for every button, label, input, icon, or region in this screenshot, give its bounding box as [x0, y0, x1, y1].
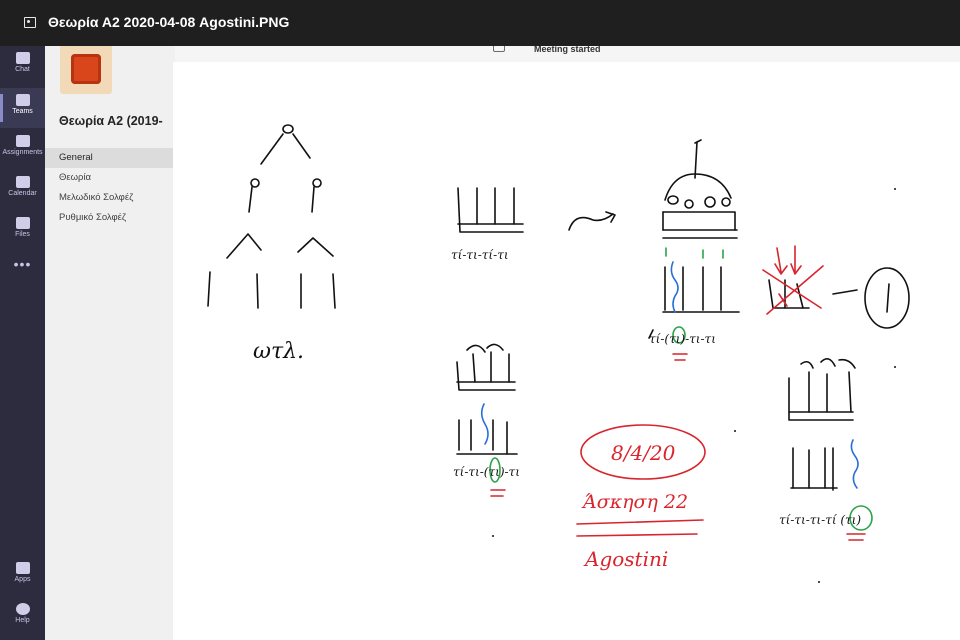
rail-item-chat[interactable]: Chat — [0, 46, 45, 86]
whiteboard-drawing: ωτλ. τί-τι-τί-τι τί-(τι)-τι-τι τί-τι-(τι… — [207, 124, 910, 583]
assignments-icon — [15, 135, 30, 147]
files-icon — [15, 217, 30, 229]
rail-label: Help — [15, 617, 30, 624]
chat-icon — [15, 52, 30, 64]
channel-general[interactable]: General — [45, 148, 175, 168]
rail-item-apps[interactable]: Apps — [0, 556, 45, 596]
app-window: Chat Teams Assignments Calendar Files ••… — [0, 0, 960, 640]
rhythm-group-4: τί-τι-τι-τί (τι) — [779, 358, 873, 541]
channel-melodic-solfege[interactable]: Μελωδικό Σολφέζ — [45, 188, 175, 208]
rail-label: Files — [15, 231, 30, 238]
image-viewer-titlebar: Θεωρία Α2 2020-04-08 Agostini.PNG — [0, 0, 960, 46]
team-logo[interactable] — [60, 44, 112, 94]
teams-icon — [15, 94, 30, 106]
help-icon — [15, 603, 30, 615]
channel-rhythmic-solfege[interactable]: Ρυθμικό Σολφέζ — [45, 208, 175, 228]
rhythm-syllables-1: τί-τι-τί-τι — [451, 248, 509, 262]
apps-icon — [15, 562, 30, 574]
rail-label: Apps — [14, 576, 31, 583]
team-name[interactable]: Θεωρία Α2 (2019- — [59, 114, 163, 128]
rhythm-group-3: τί-τι-(τι)-τι — [453, 343, 520, 497]
rhythm-syllables-2: τί-(τι)-τι-τι — [649, 332, 716, 346]
exercise-label: Άσκηση 22 — [581, 491, 688, 513]
rail-item-help[interactable]: Help — [0, 597, 45, 637]
more-apps-button[interactable]: ••• — [0, 256, 45, 272]
rail-label: Chat — [15, 66, 30, 73]
rhythm-group-2: τί-(τι)-τι-τι — [648, 139, 740, 361]
calendar-icon — [15, 176, 30, 188]
rail-item-assignments[interactable]: Assignments — [0, 129, 45, 169]
lesson-notes: 8/4/20 Άσκηση 22 Agostini — [576, 424, 706, 571]
image-file-icon — [24, 17, 36, 28]
rail-item-calendar[interactable]: Calendar — [0, 170, 45, 210]
rhythm-syllables-4: τί-τι-τι-τί (τι) — [779, 513, 861, 527]
rhythm-syllables-3: τί-τι-(τι)-τι — [453, 465, 520, 479]
crossed-out-group — [762, 245, 910, 329]
abbreviation-text: ωτλ. — [253, 339, 304, 364]
rail-item-files[interactable]: Files — [0, 211, 45, 251]
rail-label: Assignments — [2, 149, 43, 156]
lesson-date: 8/4/20 — [611, 441, 676, 465]
rail-label: Teams — [12, 108, 33, 115]
app-rail: Chat Teams Assignments Calendar Files ••… — [0, 0, 45, 640]
image-file-title: Θεωρία Α2 2020-04-08 Agostini.PNG — [48, 14, 290, 30]
rail-label: Calendar — [8, 190, 37, 197]
rail-item-teams[interactable]: Teams — [0, 88, 45, 128]
rhythm-group-1: τί-τι-τί-τι — [451, 187, 616, 262]
composer-name: Agostini — [583, 547, 668, 571]
whiteboard-image: ωτλ. τί-τι-τί-τι τί-(τι)-τι-τι τί-τι-(τι… — [173, 62, 960, 640]
team-panel — [45, 0, 175, 640]
channel-theory[interactable]: Θεωρία — [45, 168, 175, 188]
note-tree-diagram: ωτλ. — [207, 124, 336, 364]
